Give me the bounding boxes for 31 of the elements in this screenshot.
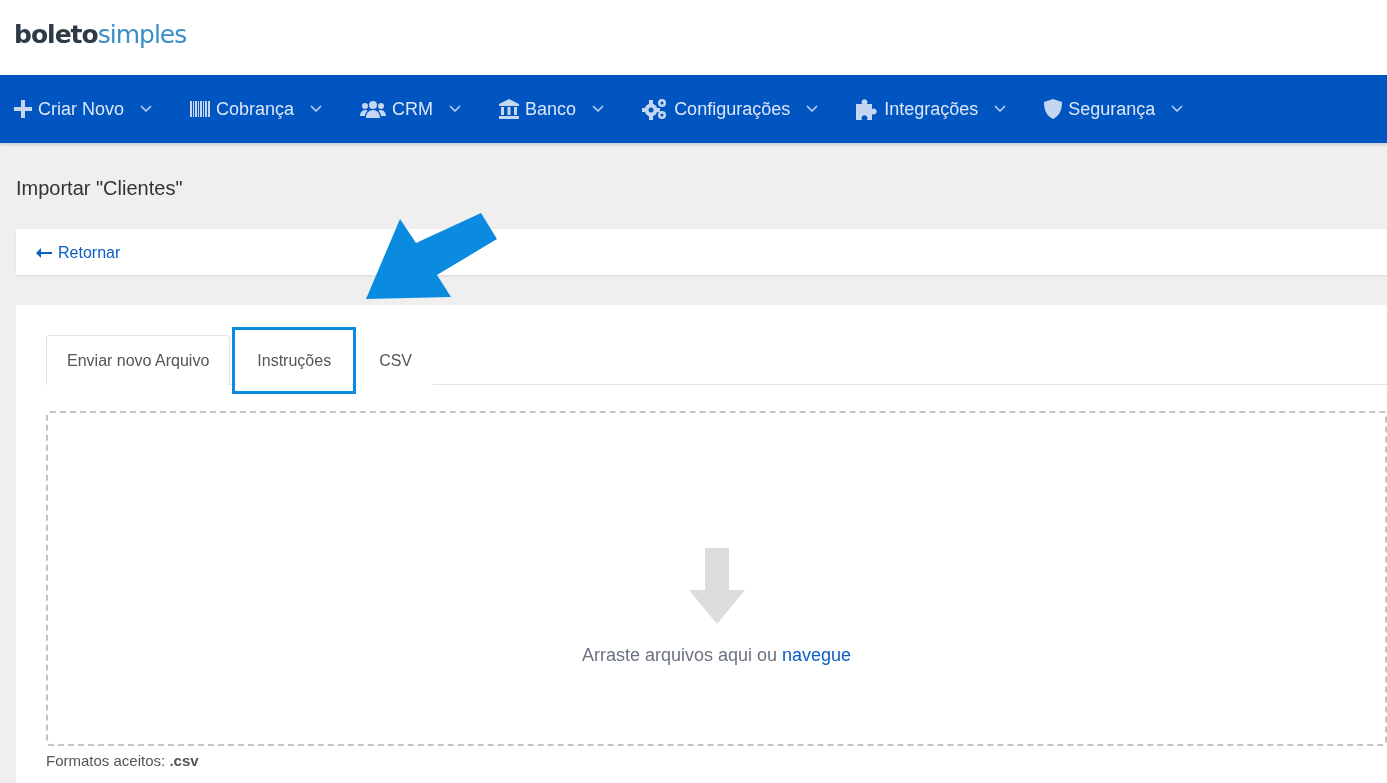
chevron-down-icon bbox=[449, 105, 462, 113]
nav-menu-item[interactable]: Criar Novo bbox=[14, 95, 153, 123]
gears-icon bbox=[642, 98, 669, 120]
back-link[interactable]: Retornar bbox=[36, 241, 121, 265]
plus-icon bbox=[14, 100, 32, 118]
dropzone-text: Arraste arquivos aqui ou navegue bbox=[581, 644, 852, 667]
nav-menu-item[interactable]: Configurações bbox=[642, 95, 819, 123]
nav-menu-item[interactable]: Banco bbox=[499, 95, 605, 123]
chevron-down-icon bbox=[994, 105, 1007, 113]
users-icon bbox=[360, 100, 387, 118]
nav-menu-item[interactable]: Cobrança bbox=[190, 95, 323, 123]
accepted-formats: Formatos aceitos: .csv bbox=[46, 751, 200, 771]
chevron-down-icon bbox=[1171, 105, 1184, 113]
bank-icon bbox=[499, 99, 520, 119]
dropzone[interactable]: Arraste arquivos aqui ou navegue bbox=[46, 411, 1387, 746]
download-arrow-icon bbox=[688, 548, 745, 624]
nav-menu-item[interactable]: CRM bbox=[360, 95, 462, 123]
page-title: Importar "Clientes" bbox=[16, 176, 184, 201]
puzzle-icon bbox=[856, 98, 879, 120]
chevron-down-icon bbox=[806, 105, 819, 113]
left-arrow-icon bbox=[36, 248, 52, 258]
browse-link[interactable]: navegue bbox=[782, 645, 852, 665]
barcode-icon bbox=[190, 101, 211, 117]
nav-menu-item[interactable]: Segurança bbox=[1044, 95, 1184, 123]
chevron-down-icon bbox=[140, 105, 153, 113]
chevron-down-icon bbox=[592, 105, 605, 113]
logo: boletosimples bbox=[14, 20, 187, 49]
nav-menu-item[interactable]: Integrações bbox=[856, 95, 1007, 123]
chevron-down-icon bbox=[310, 105, 323, 113]
shield-icon bbox=[1044, 99, 1063, 119]
tab[interactable]: Enviar novo Arquivo bbox=[46, 335, 231, 385]
